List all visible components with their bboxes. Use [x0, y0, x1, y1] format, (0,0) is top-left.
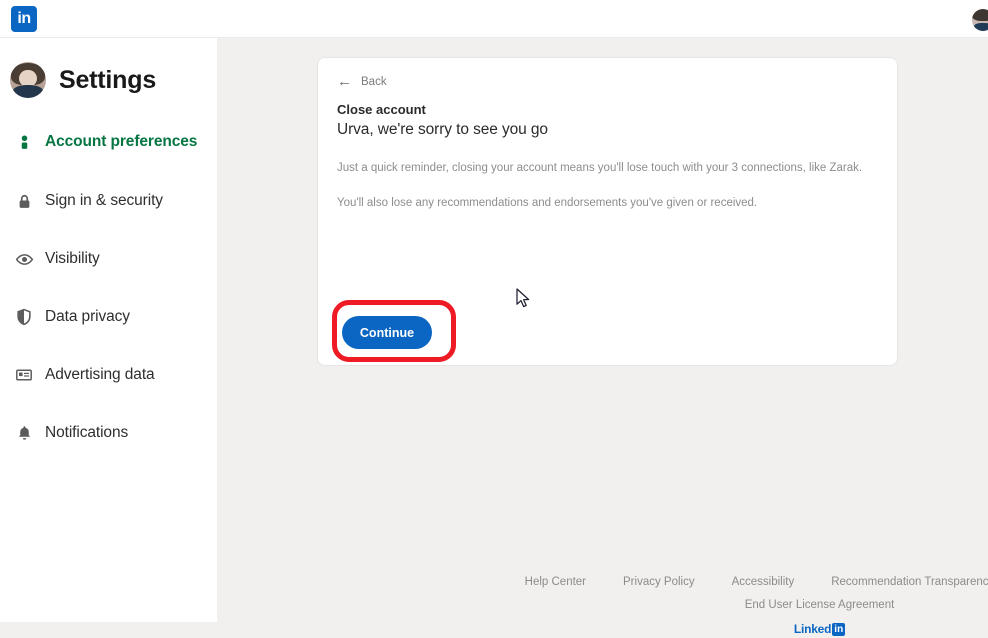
- page-title: Settings: [59, 65, 157, 94]
- header-avatar[interactable]: [972, 9, 988, 31]
- linkedin-footer-logo: Linked in: [793, 622, 846, 636]
- page-footer: Help Center Privacy Policy Accessibility…: [434, 576, 988, 638]
- reminder-text-secondary: You'll also lose any recommendations and…: [337, 197, 758, 209]
- sidebar-item-label: Account preferences: [45, 133, 198, 150]
- sidebar-item-label: Sign in & security: [45, 192, 163, 209]
- sidebar-item-label: Data privacy: [45, 308, 130, 325]
- footer-link-eula[interactable]: End User License Agreement: [434, 599, 988, 611]
- linkedin-logo-icon[interactable]: in: [11, 6, 37, 32]
- sidebar-item-advertising-data[interactable]: Advertising data: [0, 353, 217, 397]
- footer-link-recommendation-transparency[interactable]: Recommendation Transparency: [831, 576, 988, 588]
- sidebar-item-visibility[interactable]: Visibility: [0, 237, 217, 281]
- footer-link-privacy-policy[interactable]: Privacy Policy: [623, 576, 695, 588]
- sidebar-item-label: Advertising data: [45, 366, 155, 383]
- lock-icon: [13, 190, 35, 212]
- footer-links: Help Center Privacy Policy Accessibility…: [434, 576, 988, 588]
- back-link[interactable]: ← Back: [337, 74, 387, 89]
- footer-logo-text: Linked: [793, 622, 832, 636]
- sidebar-item-sign-in-security[interactable]: Sign in & security: [0, 179, 217, 223]
- avatar-hair: [972, 9, 988, 22]
- continue-button[interactable]: Continue: [342, 316, 432, 349]
- sidebar-item-data-privacy[interactable]: Data privacy: [0, 295, 217, 339]
- avatar-body: [12, 85, 44, 98]
- close-account-card: ← Back Close account Urva, we're sorry t…: [318, 58, 897, 365]
- sidebar-item-label: Notifications: [45, 424, 129, 441]
- avatar-body: [974, 22, 988, 31]
- section-label: Close account: [337, 102, 426, 117]
- linkedin-badge-icon: in: [832, 622, 846, 636]
- reminder-text-primary: Just a quick reminder, closing your acco…: [337, 162, 863, 174]
- top-header-bar: in: [0, 0, 988, 38]
- arrow-left-icon: ←: [337, 73, 352, 90]
- bell-icon: [13, 422, 35, 444]
- sidebar-item-account-preferences[interactable]: Account preferences: [0, 120, 217, 164]
- footer-link-help-center[interactable]: Help Center: [525, 576, 586, 588]
- person-icon: [13, 131, 35, 153]
- settings-sidebar: Settings Account preferences Sign in & s…: [0, 38, 217, 622]
- ad-card-icon: [13, 364, 35, 386]
- sidebar-item-label: Visibility: [45, 250, 100, 267]
- main-content-area: ← Back Close account Urva, we're sorry t…: [217, 38, 988, 636]
- footer-link-accessibility[interactable]: Accessibility: [732, 576, 795, 588]
- profile-avatar[interactable]: [10, 62, 46, 98]
- back-label: Back: [361, 75, 387, 88]
- shield-icon: [13, 306, 35, 328]
- sidebar-item-notifications[interactable]: Notifications: [0, 411, 217, 455]
- settings-header: Settings: [10, 62, 156, 98]
- card-heading: Urva, we're sorry to see you go: [337, 121, 548, 138]
- eye-icon: [13, 248, 35, 270]
